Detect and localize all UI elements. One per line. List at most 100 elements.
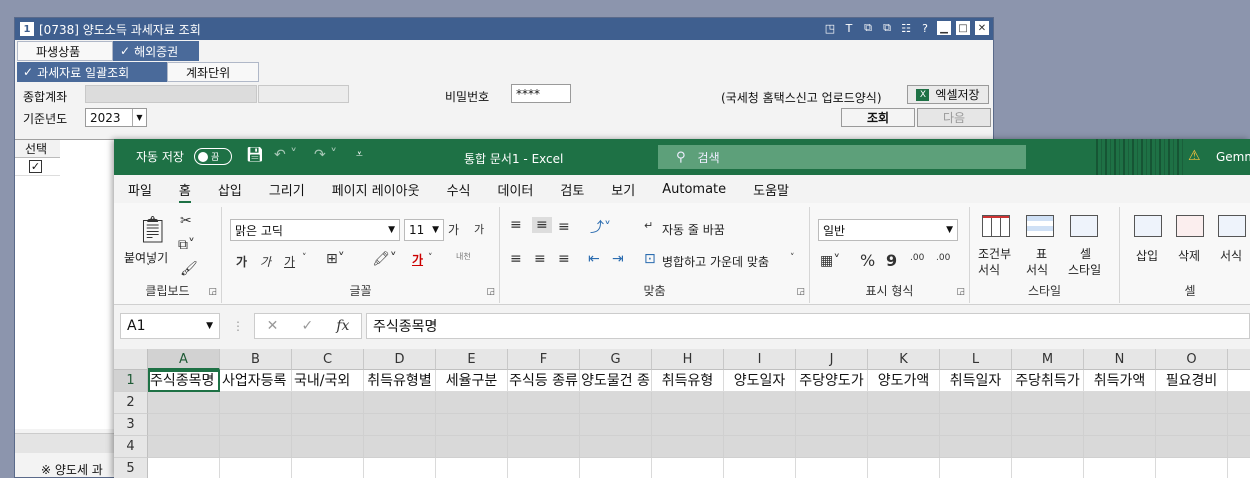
cell[interactable]: 비고 bbox=[1228, 370, 1250, 392]
font-name-select[interactable]: 맑은 고딕 ▼ bbox=[230, 219, 400, 241]
merge-center-button[interactable]: 병합하고 가운데 맞춤 bbox=[662, 253, 769, 270]
row-header[interactable]: 2 bbox=[114, 392, 148, 414]
excel-save-button[interactable]: X 엑셀저장 bbox=[907, 85, 989, 104]
cell[interactable] bbox=[724, 458, 796, 478]
row-header[interactable]: 3 bbox=[114, 414, 148, 436]
dialog-launcher-icon[interactable]: ◲ bbox=[796, 287, 805, 297]
delete-cells-button[interactable]: 삭제 bbox=[1178, 247, 1200, 264]
column-header[interactable]: G bbox=[580, 349, 652, 370]
tab-home[interactable]: 홈 bbox=[178, 180, 191, 204]
cell[interactable]: 취득가액 bbox=[1084, 370, 1156, 392]
tab-review[interactable]: 검토 bbox=[560, 180, 584, 199]
column-header[interactable]: D bbox=[364, 349, 436, 370]
cell[interactable] bbox=[1156, 392, 1228, 414]
orientation-icon[interactable]: ⤴˅ bbox=[590, 217, 611, 237]
underline-icon[interactable]: 가 bbox=[284, 253, 295, 270]
tab-page-layout[interactable]: 페이지 레이아웃 bbox=[332, 180, 420, 199]
column-header[interactable]: F bbox=[508, 349, 580, 370]
dialog-launcher-icon[interactable]: ◲ bbox=[486, 287, 495, 297]
query-button[interactable]: 조회 bbox=[841, 108, 915, 127]
cell[interactable]: 주당양도가 bbox=[796, 370, 868, 392]
font-color-icon[interactable]: 가 bbox=[412, 251, 423, 268]
insert-function-icon[interactable]: fx bbox=[336, 318, 349, 334]
cell[interactable] bbox=[796, 458, 868, 478]
cell[interactable] bbox=[940, 414, 1012, 436]
format-cells-icon[interactable] bbox=[1218, 215, 1246, 237]
increase-decimal-icon[interactable]: .00 bbox=[910, 253, 924, 263]
cell[interactable] bbox=[508, 414, 580, 436]
close-icon[interactable]: ✕ bbox=[975, 21, 989, 35]
cell[interactable] bbox=[724, 436, 796, 458]
column-header[interactable]: B bbox=[220, 349, 292, 370]
cell[interactable]: 사업자등록 bbox=[220, 370, 292, 392]
align-bottom-icon[interactable]: ≡ bbox=[558, 219, 570, 235]
cell[interactable]: 세율구분 bbox=[436, 370, 508, 392]
cell[interactable] bbox=[868, 392, 940, 414]
cell[interactable] bbox=[1156, 458, 1228, 478]
text-icon[interactable]: T bbox=[842, 21, 856, 35]
cell[interactable] bbox=[652, 392, 724, 414]
tab-insert[interactable]: 삽입 bbox=[218, 180, 242, 199]
link-icon[interactable]: ⧉ bbox=[880, 21, 894, 35]
cell[interactable] bbox=[364, 436, 436, 458]
cell[interactable] bbox=[1156, 436, 1228, 458]
decrease-decimal-icon[interactable]: .00 bbox=[936, 253, 950, 263]
popout-icon[interactable]: ◳ bbox=[823, 21, 837, 35]
cell[interactable] bbox=[1012, 392, 1084, 414]
wrap-text-button[interactable]: 자동 줄 바꿈 bbox=[662, 221, 725, 238]
formula-input[interactable]: 주식종목명 bbox=[366, 313, 1250, 339]
cell[interactable] bbox=[1012, 436, 1084, 458]
cell[interactable] bbox=[436, 392, 508, 414]
cell[interactable] bbox=[220, 414, 292, 436]
minimize-icon[interactable]: ▁ bbox=[937, 21, 951, 35]
column-header[interactable]: J bbox=[796, 349, 868, 370]
cell[interactable] bbox=[148, 392, 220, 414]
cell[interactable]: 양도일자 bbox=[724, 370, 796, 392]
format-cells-button[interactable]: 서식 bbox=[1220, 247, 1242, 264]
cell[interactable] bbox=[868, 436, 940, 458]
cell[interactable] bbox=[796, 436, 868, 458]
column-header[interactable]: O bbox=[1156, 349, 1228, 370]
cell[interactable] bbox=[868, 458, 940, 478]
cut-icon[interactable]: ✂ bbox=[180, 213, 192, 229]
italic-icon[interactable]: 가 bbox=[260, 253, 271, 270]
cell[interactable]: 주식등 종류 bbox=[508, 370, 580, 392]
cell[interactable]: 필요경비 bbox=[1156, 370, 1228, 392]
currency-icon[interactable]: ▦˅ bbox=[820, 253, 840, 269]
password-field[interactable]: **** bbox=[511, 84, 571, 103]
tab-batch-query[interactable]: ✓ 과세자료 일괄조회 bbox=[17, 62, 167, 82]
cell[interactable] bbox=[364, 414, 436, 436]
cell[interactable] bbox=[148, 414, 220, 436]
align-left-icon[interactable]: ≡ bbox=[510, 251, 522, 267]
copy-icon[interactable]: ⧉ bbox=[861, 21, 875, 35]
cell[interactable] bbox=[364, 392, 436, 414]
select-all-corner[interactable] bbox=[114, 349, 148, 370]
insert-cells-icon[interactable] bbox=[1134, 215, 1162, 237]
increase-font-icon[interactable]: 가 bbox=[448, 221, 459, 238]
column-header[interactable]: E bbox=[436, 349, 508, 370]
dialog-launcher-icon[interactable]: ◲ bbox=[956, 287, 965, 297]
cell[interactable]: 주식종목명 bbox=[148, 370, 220, 392]
row-header[interactable]: 5 bbox=[114, 458, 148, 478]
cell[interactable] bbox=[292, 414, 364, 436]
comma-icon[interactable]: 9 bbox=[886, 251, 897, 270]
tab-file[interactable]: 파일 bbox=[128, 180, 152, 199]
cell[interactable] bbox=[652, 414, 724, 436]
border-icon[interactable]: ⊞˅ bbox=[326, 251, 345, 267]
copy-icon[interactable]: ⧉˅ bbox=[178, 237, 195, 253]
tab-data[interactable]: 데이터 bbox=[497, 180, 533, 199]
cell[interactable] bbox=[652, 436, 724, 458]
tab-view[interactable]: 보기 bbox=[611, 180, 635, 199]
cell[interactable] bbox=[1228, 392, 1250, 414]
cell[interactable] bbox=[796, 414, 868, 436]
cell[interactable]: 양도물건 종 bbox=[580, 370, 652, 392]
column-header[interactable]: M bbox=[1012, 349, 1084, 370]
save-icon[interactable]: 💾︎ bbox=[246, 147, 264, 163]
conditional-format-label1[interactable]: 조건부 bbox=[978, 245, 1011, 262]
cell[interactable] bbox=[652, 458, 724, 478]
cell-styles-label1[interactable]: 셀 bbox=[1080, 245, 1091, 262]
cell[interactable] bbox=[508, 436, 580, 458]
name-box[interactable]: A1 ▼ bbox=[120, 313, 220, 339]
cell[interactable] bbox=[1012, 458, 1084, 478]
year-select[interactable]: 2023 ▼ bbox=[85, 108, 147, 127]
